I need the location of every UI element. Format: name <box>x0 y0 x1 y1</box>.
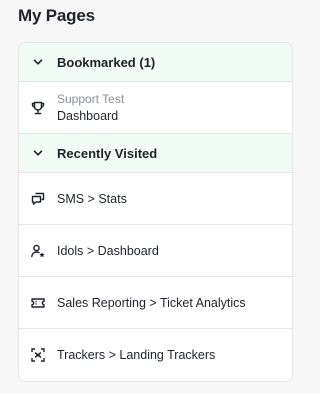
recent-item-landing-trackers[interactable]: Trackers > Landing Trackers <box>19 329 292 381</box>
chevron-down-icon <box>19 147 57 159</box>
chat-bubbles-icon <box>19 191 57 207</box>
bookmark-item-title: Dashboard <box>57 108 119 123</box>
user-star-icon <box>19 243 57 259</box>
target-icon <box>19 347 57 363</box>
recent-section-header[interactable]: Recently Visited <box>19 134 292 173</box>
bookmark-item-subtitle: Support Test <box>57 91 125 106</box>
bookmarked-section-header[interactable]: Bookmarked (1) <box>19 43 292 82</box>
chevron-down-icon <box>19 56 57 68</box>
recent-item-label: Idols > Dashboard <box>57 243 159 258</box>
recent-section-label: Recently Visited <box>57 145 158 161</box>
bookmark-item-dashboard[interactable]: Support Test Dashboard <box>19 82 292 134</box>
my-pages-card: Bookmarked (1) Support Test Dashboard Re… <box>18 42 293 382</box>
page-title: My Pages <box>18 6 95 25</box>
recent-item-label: SMS > Stats <box>57 191 127 206</box>
recent-item-ticket-analytics[interactable]: Sales Reporting > Ticket Analytics <box>19 277 292 329</box>
bookmark-item-text: Support Test Dashboard <box>57 91 124 125</box>
recent-item-idols-dashboard[interactable]: Idols > Dashboard <box>19 225 292 277</box>
trophy-icon <box>19 100 57 116</box>
ticket-icon <box>19 295 57 311</box>
recent-item-sms-stats[interactable]: SMS > Stats <box>19 173 292 225</box>
bookmarked-section-label: Bookmarked (1) <box>57 54 156 70</box>
recent-item-label: Sales Reporting > Ticket Analytics <box>57 295 246 310</box>
recent-item-label: Trackers > Landing Trackers <box>57 348 216 362</box>
